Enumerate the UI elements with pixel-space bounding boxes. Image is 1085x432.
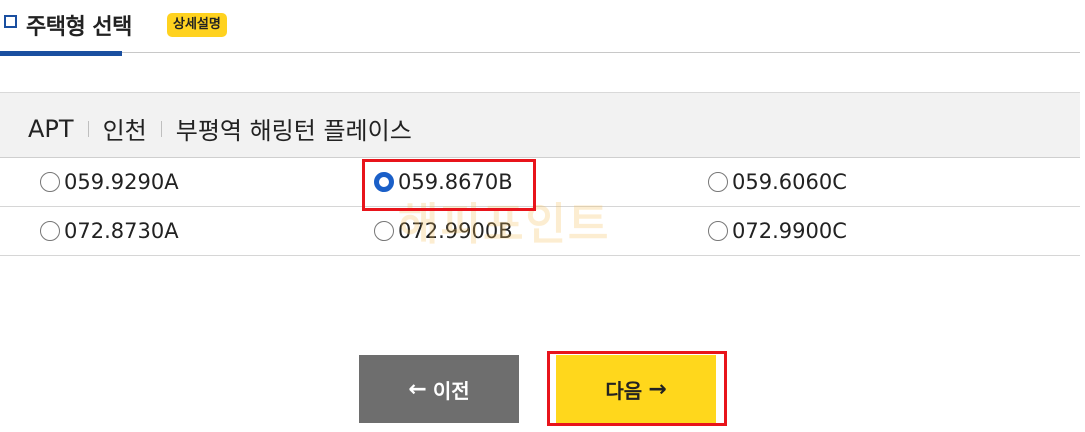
- radio-button[interactable]: [708, 172, 728, 192]
- next-button-label: 다음: [605, 378, 643, 403]
- housing-type-option[interactable]: 059.8670B: [374, 169, 513, 195]
- prev-button-label: 이전: [432, 378, 470, 403]
- option-label: 059.6060C: [732, 170, 847, 194]
- section-title: 주택형 선택: [26, 15, 132, 40]
- housing-type-option[interactable]: 072.9900C: [708, 218, 847, 244]
- option-row: 059.9290A 059.8670B 059.6060C: [0, 158, 1080, 207]
- radio-button[interactable]: [40, 221, 60, 241]
- radio-button[interactable]: [708, 221, 728, 241]
- option-label: 059.9290A: [64, 170, 179, 194]
- housing-type-option[interactable]: 059.6060C: [708, 169, 847, 195]
- breadcrumb-separator: [160, 120, 162, 137]
- header-divider: [0, 52, 1080, 53]
- square-bullet-icon: [4, 15, 17, 28]
- radio-button[interactable]: [40, 172, 60, 192]
- housing-type-option[interactable]: 059.9290A: [40, 169, 179, 195]
- header-accent-bar: [0, 51, 122, 56]
- next-button[interactable]: 다음 →: [556, 355, 716, 423]
- option-label: 059.8670B: [398, 170, 513, 194]
- breadcrumb: APT 인천 부평역 해링턴 플레이스: [0, 92, 1080, 158]
- option-label: 072.8730A: [64, 219, 179, 243]
- option-label: 072.9900B: [398, 219, 513, 243]
- breadcrumb-type: APT: [28, 114, 74, 143]
- detail-button[interactable]: 상세설명: [167, 13, 227, 37]
- breadcrumb-separator: [87, 120, 89, 137]
- prev-button[interactable]: ← 이전: [359, 355, 519, 423]
- section-header: 주택형 선택 상세설명: [0, 0, 1085, 58]
- option-row: 072.8730A 072.9900B 072.9900C: [0, 207, 1080, 256]
- arrow-left-icon: ←: [408, 376, 427, 402]
- arrow-right-icon: →: [648, 376, 667, 402]
- housing-type-option[interactable]: 072.9900B: [374, 218, 513, 244]
- option-label: 072.9900C: [732, 219, 847, 243]
- radio-button-selected[interactable]: [374, 172, 394, 192]
- breadcrumb-region: 인천: [102, 117, 147, 145]
- housing-type-option[interactable]: 072.8730A: [40, 218, 179, 244]
- radio-button[interactable]: [374, 221, 394, 241]
- breadcrumb-complex: 부평역 해링턴 플레이스: [175, 117, 412, 145]
